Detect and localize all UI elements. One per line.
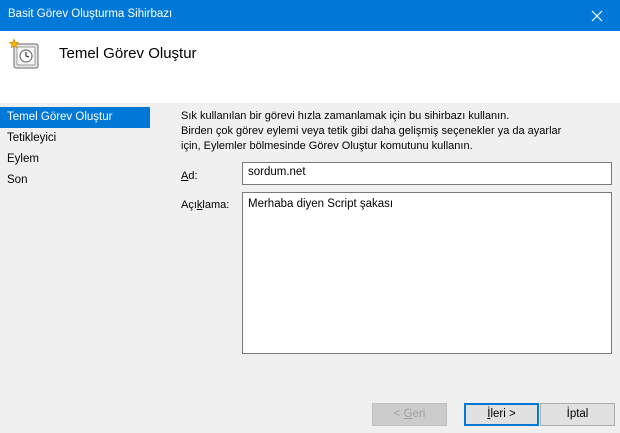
back-button-post: eri: [412, 408, 426, 420]
name-input[interactable]: sordum.net: [242, 162, 612, 185]
wizard-steps: Temel Görev Oluştur Tetikleyici Eylem So…: [0, 107, 150, 191]
next-button[interactable]: İleri >: [464, 403, 539, 426]
description-textarea[interactable]: Merhaba diyen Script şakası: [242, 192, 612, 354]
name-label-text: d:: [188, 170, 198, 182]
next-button-post: leri >: [490, 408, 516, 420]
intro-line: Birden çok görev eylemi veya tetik gibi …: [181, 125, 562, 137]
window-title: Basit Görev Oluşturma Sihirbazı: [8, 8, 173, 20]
title-bar: Basit Görev Oluşturma Sihirbazı: [0, 0, 620, 31]
intro-line: için, Eylemler bölmesinde Görev Oluştur …: [181, 140, 473, 152]
description-label-pre: Açı: [181, 199, 197, 211]
back-button-mnemonic: G: [403, 408, 413, 420]
wizard-header: Temel Görev Oluştur: [0, 31, 620, 103]
intro-text: Sık kullanılan bir görevi hızla zamanlam…: [181, 109, 612, 154]
close-icon: [591, 10, 603, 21]
description-label: Açıklama:: [181, 199, 229, 211]
back-button[interactable]: < Geri: [372, 403, 447, 426]
step-eylem[interactable]: Eylem: [0, 149, 150, 170]
close-button[interactable]: [574, 0, 620, 31]
step-son[interactable]: Son: [0, 170, 150, 191]
step-temel-gorev-olustur[interactable]: Temel Görev Oluştur: [0, 107, 150, 128]
intro-line: Sık kullanılan bir görevi hızla zamanlam…: [181, 110, 510, 122]
wizard-body: Temel Görev Oluştur Tetikleyici Eylem So…: [0, 103, 620, 433]
wizard-heading: Temel Görev Oluştur: [59, 45, 197, 62]
step-tetikleyici[interactable]: Tetikleyici: [0, 128, 150, 149]
task-clock-icon: [8, 37, 42, 71]
back-button-pre: <: [393, 408, 404, 420]
name-label: Ad:: [181, 170, 198, 182]
description-label-post: lama:: [202, 199, 230, 211]
cancel-button[interactable]: İptal: [540, 403, 615, 426]
